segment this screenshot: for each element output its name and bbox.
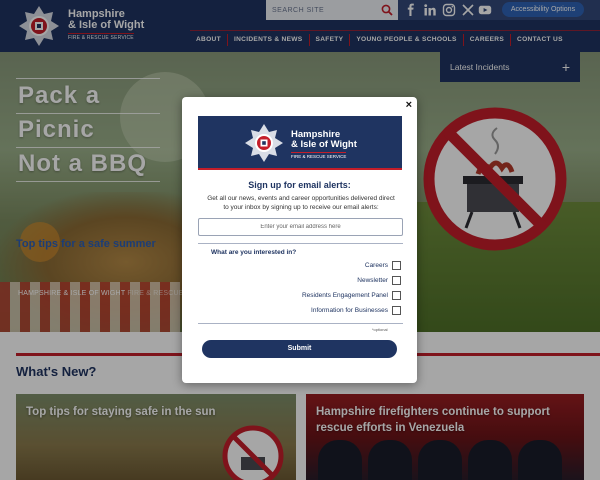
careers-checkbox[interactable] [392, 261, 401, 270]
modal-logo-line2: & Isle of Wight [291, 139, 357, 150]
interest-heading: What are you interested in? [211, 249, 297, 256]
modal-heading: Sign up for email alerts: [248, 180, 351, 190]
option-businesses[interactable]: Information for Businesses [311, 306, 401, 315]
modal-logo-text: Hampshire & Isle of Wight [291, 130, 357, 150]
businesses-checkbox[interactable] [392, 306, 401, 315]
option-careers[interactable]: Careers [365, 261, 401, 270]
modal-logo-banner: Hampshire & Isle of Wight FIRE & RESCUE … [198, 116, 402, 170]
option-label: Information for Businesses [311, 307, 388, 314]
fire-service-crest-icon [245, 124, 283, 162]
residents-panel-checkbox[interactable] [392, 291, 401, 300]
email-field[interactable] [198, 218, 403, 236]
option-label: Careers [364, 262, 388, 269]
option-label: Residents Engagement Panel [301, 292, 388, 299]
modal-description: Get all our news, events and career oppo… [207, 195, 395, 211]
option-label: Newsletter [357, 277, 388, 284]
modal-divider [198, 323, 403, 324]
submit-button[interactable]: Submit [202, 340, 397, 358]
optional-note: *optional [372, 327, 388, 332]
newsletter-checkbox[interactable] [392, 276, 401, 285]
email-signup-modal: × Hampshire & Isle of Wight FIRE & RESCU… [182, 97, 417, 383]
option-newsletter[interactable]: Newsletter [357, 276, 401, 285]
option-residents-panel[interactable]: Residents Engagement Panel [302, 291, 401, 300]
modal-divider [198, 243, 403, 244]
modal-logo-subtitle: FIRE & RESCUE SERVICE [291, 152, 347, 159]
close-icon[interactable]: × [406, 99, 412, 111]
